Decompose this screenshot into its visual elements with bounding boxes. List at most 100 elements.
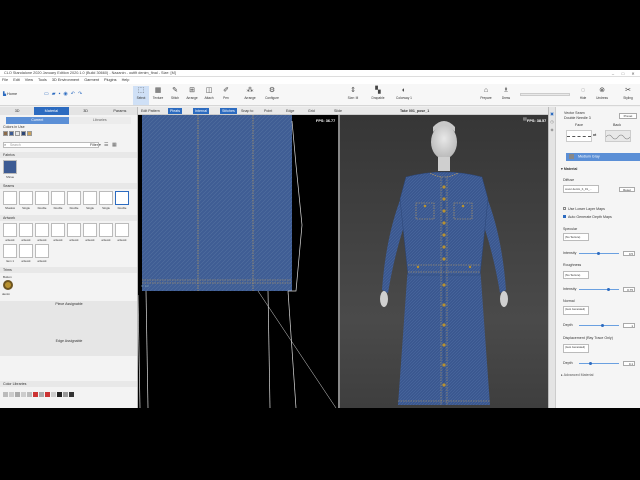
select-tool[interactable]: ⬚ Select (133, 86, 149, 105)
tab-params[interactable]: Params (103, 107, 137, 115)
specular-intensity-value[interactable]: 0.5 (623, 251, 635, 256)
attach-tool[interactable]: ◫ Attach (201, 86, 217, 105)
3d-garment-window[interactable]: FPS: 38.57 ▤ (340, 115, 548, 408)
displacement-depth-value[interactable]: 0.1 (623, 361, 635, 366)
stitches-toggle[interactable]: Stitches (220, 108, 237, 114)
dress-tool[interactable]: ♗ Dress (498, 86, 514, 105)
snap-point-toggle[interactable]: Point (264, 107, 272, 115)
menu-edit[interactable]: Edit (13, 78, 20, 82)
fabrics-section[interactable]: Fabrics (0, 152, 137, 158)
grid-view-icon[interactable]: ▦ (112, 142, 117, 148)
artwork-section[interactable]: Artwork (0, 215, 137, 221)
roughness-slider[interactable] (579, 289, 619, 290)
filter-dropdown[interactable]: Filter ▾ (90, 143, 101, 147)
roughness-knob[interactable] (607, 288, 610, 291)
seam-thumbnail[interactable] (51, 191, 65, 205)
snap-edge-toggle[interactable]: Edge (286, 107, 294, 115)
pattern-outline[interactable] (145, 290, 149, 408)
diffuse-texture-field[interactable]: cover denim_b_01_... (563, 185, 599, 193)
use-lower-layer-row[interactable]: Use Lower Layer Maps (563, 207, 605, 211)
menu-help[interactable]: Help (122, 78, 130, 82)
skirt-pattern-piece[interactable] (142, 115, 292, 291)
seam-thumbnail[interactable] (19, 191, 33, 205)
normal-texture-field[interactable]: (Auto Generated) (563, 306, 589, 315)
library-swatch[interactable] (21, 392, 26, 397)
pleats-toggle[interactable]: Pleats (168, 108, 182, 114)
colorway-tool[interactable]: ◐ Colorway 1 (393, 86, 415, 105)
configure-tool[interactable]: ⚙ Configure (262, 86, 282, 105)
displacement-texture-field[interactable]: (Auto Generated) (563, 344, 589, 353)
normal-depth-value[interactable]: 1 (623, 323, 635, 328)
size-tool[interactable]: ⇕ Size: M (344, 86, 362, 105)
snap-grid-toggle[interactable]: Grid (308, 107, 315, 115)
seam-thumbnail[interactable] (83, 191, 97, 205)
screenshot-icon[interactable]: ◉ (63, 91, 70, 97)
list-view-icon[interactable]: ☰ (104, 142, 108, 148)
library-swatch[interactable] (63, 392, 68, 397)
styling-tool[interactable]: ✂ Styling (620, 86, 636, 105)
artwork-thumbnail[interactable] (83, 223, 97, 237)
library-swatch[interactable] (57, 392, 62, 397)
use-lower-checkbox[interactable] (563, 207, 566, 210)
material-header[interactable]: ▾ Material (561, 167, 577, 171)
swap-icon[interactable]: ⇄ (593, 132, 596, 137)
prepare-tool[interactable]: ⌂ Prepare (478, 86, 494, 105)
artwork-thumbnail[interactable] (3, 244, 17, 258)
specular-texture-field[interactable]: (No Texture) (563, 233, 589, 241)
new-file-icon[interactable]: ▭ (44, 91, 52, 97)
internal-toggle[interactable]: Internal (193, 108, 209, 114)
seam-thumbnail[interactable] (3, 191, 17, 205)
edit-pattern-toggle[interactable]: Edit Pattern (141, 107, 160, 115)
library-swatch[interactable] (15, 392, 20, 397)
library-swatch[interactable] (39, 392, 44, 397)
seams-section[interactable]: Seams (0, 183, 137, 189)
specular-intensity-knob[interactable] (597, 252, 600, 255)
library-swatch[interactable] (51, 392, 56, 397)
hide-tool[interactable]: ◌ Hide (575, 86, 591, 105)
trims-section[interactable]: Trims (0, 267, 137, 273)
stitch-tool[interactable]: ✎ Stitch (167, 86, 183, 105)
color-swatch[interactable] (27, 131, 32, 136)
menu-tools[interactable]: Tools (38, 78, 47, 82)
artwork-thumbnail[interactable] (99, 223, 113, 237)
artwork-thumbnail[interactable] (67, 223, 81, 237)
color-swatch[interactable] (21, 131, 26, 136)
subtab-current[interactable]: Current (6, 117, 69, 124)
view-mode-icon[interactable]: ▤ (523, 116, 528, 121)
library-swatch[interactable] (69, 392, 74, 397)
menu-garment[interactable]: Garment (84, 78, 99, 82)
artwork-thumbnail[interactable] (115, 223, 129, 237)
2d-pattern-window[interactable]: FPS: 36.77 X: 1/2 (138, 115, 338, 408)
library-swatch[interactable] (27, 392, 32, 397)
seam-thumbnail[interactable] (99, 191, 113, 205)
search-input[interactable]: Search (3, 142, 99, 148)
normal-depth-knob[interactable] (601, 324, 604, 327)
color-swatch[interactable] (15, 131, 20, 136)
home-button[interactable]: ▙ Home (3, 91, 17, 96)
library-swatch[interactable] (9, 392, 14, 397)
undress-tool[interactable]: ⊗ Undress (594, 86, 610, 105)
tab-3d[interactable]: 3D (0, 107, 34, 115)
roughness-value[interactable]: 0.75 (623, 287, 635, 292)
auto-depth-row[interactable]: Auto Generate Depth Maps (563, 215, 612, 219)
tab-material[interactable]: Material (34, 107, 69, 115)
color-libraries-section[interactable]: Color Libraries (0, 381, 137, 387)
roughness-texture-field[interactable]: (No Texture) (563, 271, 589, 279)
library-swatch[interactable] (3, 392, 8, 397)
library-swatch[interactable] (45, 392, 50, 397)
menu-3d-environment[interactable]: 3D Environment (52, 78, 79, 82)
menu-plugins[interactable]: Plugins (104, 78, 116, 82)
artwork-thumbnail[interactable] (3, 223, 17, 237)
close-icon[interactable]: ✕ (628, 70, 638, 77)
slide-toggle[interactable]: Slide (334, 107, 342, 115)
history-icon[interactable]: ◷ (549, 119, 555, 124)
arrange2-tool[interactable]: ⁂ Arrange (242, 86, 258, 105)
arrange-tool[interactable]: ⊞ Arrange (184, 86, 200, 105)
seam-thumbnail[interactable] (35, 191, 49, 205)
artwork-thumbnail[interactable] (19, 223, 33, 237)
subtab-libraries[interactable]: Libraries (68, 117, 131, 124)
back-preview[interactable] (605, 130, 631, 142)
menu-file[interactable]: File (2, 78, 8, 82)
seam-thumbnail-selected[interactable] (115, 191, 129, 205)
artwork-thumbnail[interactable] (51, 223, 65, 237)
